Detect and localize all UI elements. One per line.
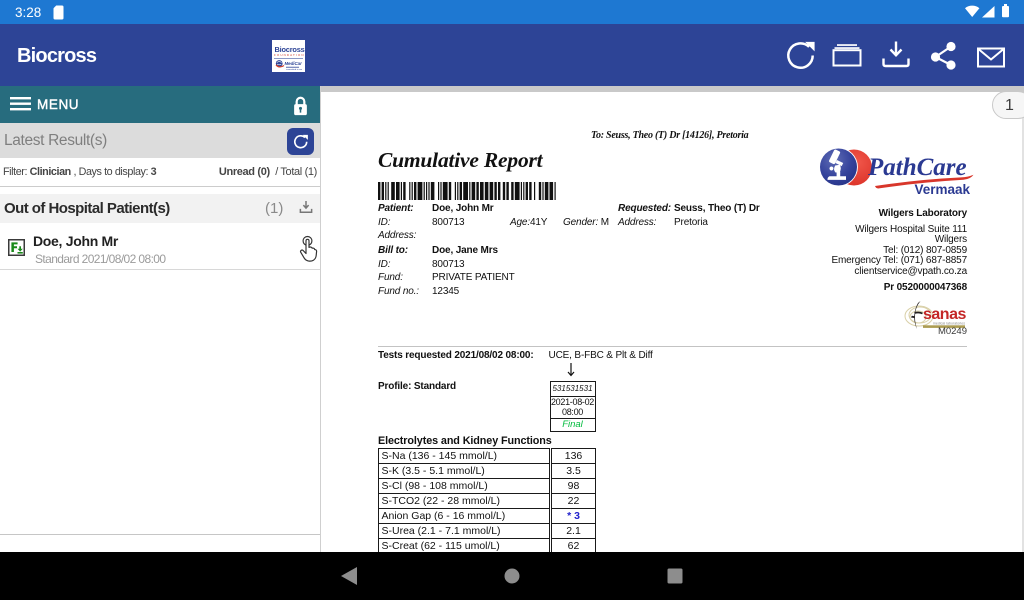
svg-text:MediCare: MediCare (285, 61, 303, 66)
svg-text:committed to medicine: committed to medicine (286, 68, 302, 71)
svg-text:M0249: M0249 (938, 326, 967, 337)
svg-text:PathCare: PathCare (867, 154, 967, 181)
svg-text:medical laboratories: medical laboratories (933, 322, 965, 326)
svg-text:sanas: sanas (923, 306, 966, 323)
svg-text:Vermaak: Vermaak (914, 182, 970, 197)
